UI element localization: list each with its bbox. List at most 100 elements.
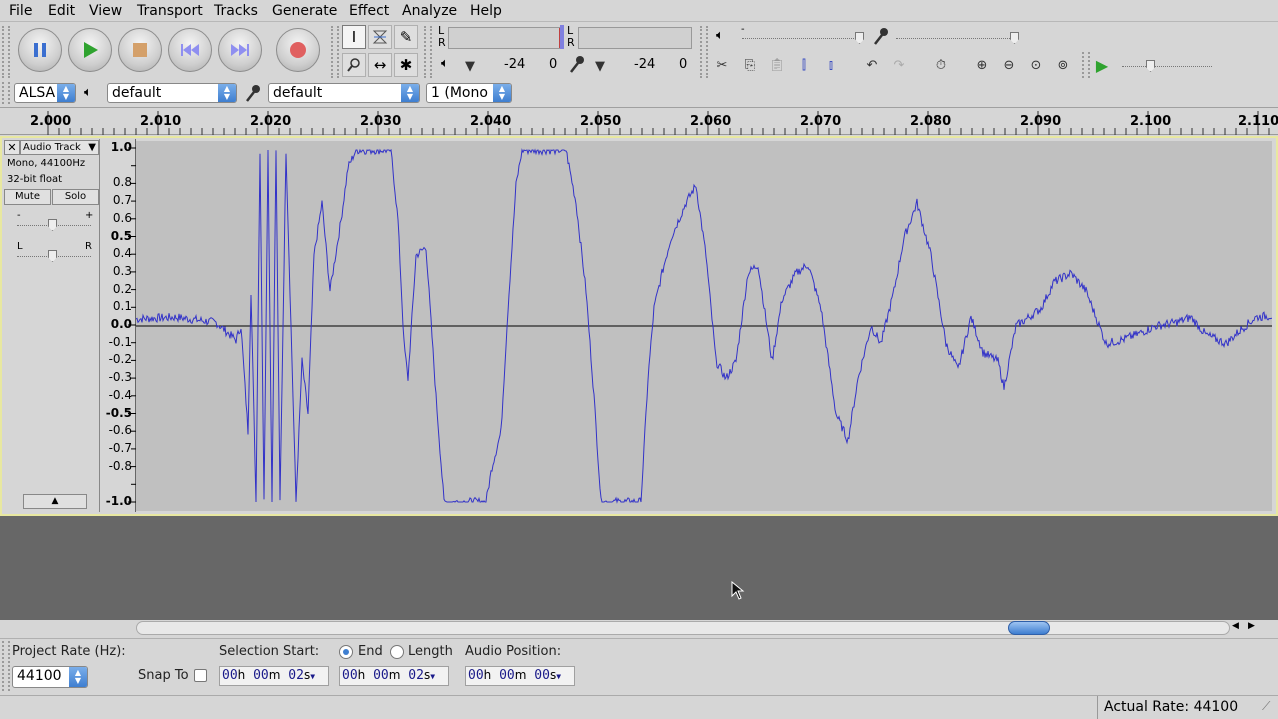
chevron-down-icon: ▼	[88, 142, 96, 153]
track-bit-depth: 32-bit float	[7, 174, 63, 185]
playback-volume-slider[interactable]	[742, 38, 860, 40]
length-radio[interactable]	[390, 645, 404, 659]
skip-to-end-button[interactable]	[218, 28, 262, 72]
snap-to-label: Snap To	[138, 668, 189, 683]
record-meter-dropdown[interactable]: ▼	[588, 54, 612, 78]
ruler-ticks	[47, 111, 1270, 135]
vruler-label: 0.3	[112, 263, 132, 278]
collapse-track-button[interactable]: ▲	[23, 494, 87, 509]
menu-tracks[interactable]: Tracks	[214, 3, 258, 19]
menu-view[interactable]: View	[89, 3, 122, 19]
menu-file[interactable]: File	[9, 3, 32, 19]
recording-device-select[interactable]: default ▲ ▼	[268, 83, 420, 103]
zoom-in-button[interactable]: ⊕	[970, 53, 994, 77]
pause-button[interactable]	[18, 28, 62, 72]
end-radio-label: End	[358, 644, 383, 659]
vruler-label: -0.6	[108, 423, 132, 438]
record-meter[interactable]	[578, 27, 692, 49]
recording-channels-select[interactable]: 1 (Mono ▲ ▼	[426, 83, 512, 103]
sync-lock-button[interactable]: ⏱︎	[929, 53, 953, 77]
play-meter[interactable]	[448, 27, 562, 49]
selection-start-field[interactable]: 00h 00m 02s▼	[219, 666, 329, 686]
undo-button[interactable]: ↶	[860, 53, 884, 77]
redo-button[interactable]: ↷	[887, 53, 911, 77]
envelope-tool[interactable]	[368, 25, 392, 49]
playback-volume-thumb[interactable]	[855, 32, 864, 44]
menu-help[interactable]: Help	[470, 3, 502, 19]
rec-meter-right-label: R	[567, 36, 575, 49]
pan-left-label: L	[17, 241, 23, 252]
snap-to-checkbox[interactable]	[194, 669, 207, 682]
recording-volume-slider[interactable]	[896, 38, 1014, 40]
stop-button[interactable]	[118, 28, 162, 72]
toolbar-grip[interactable]	[331, 26, 339, 78]
waveform-display[interactable]	[135, 141, 1273, 511]
selection-end-field[interactable]: 00h 00m 02s▼	[339, 666, 449, 686]
chevron-right-icon: ▶	[1248, 621, 1255, 631]
trim-button[interactable]: ⫿	[792, 53, 816, 77]
play-meter-right-label: R	[438, 36, 446, 49]
toolbar-grip[interactable]	[2, 82, 10, 104]
toolbar-grip[interactable]	[2, 641, 10, 691]
timeline-ruler[interactable]: 2.000 2.010 2.020 2.030 2.040 2.050 2.06…	[0, 109, 1278, 135]
play-speed-thumb[interactable]	[1146, 60, 1155, 72]
play-button[interactable]	[68, 28, 112, 72]
solo-button[interactable]: Solo	[52, 189, 99, 205]
ruler-label: 2.060	[690, 114, 732, 129]
draw-tool[interactable]: ✎	[394, 25, 418, 49]
playback-device-select[interactable]: default ▲ ▼	[107, 83, 237, 103]
time-shift-tool[interactable]: ↔	[368, 53, 392, 77]
play-meter-dropdown[interactable]: ▼	[458, 54, 482, 78]
fit-selection-button[interactable]: ⊙	[1024, 53, 1048, 77]
scroll-left-button[interactable]: ◀	[1232, 621, 1239, 631]
track-format: Mono, 44100Hz	[7, 158, 86, 169]
paste-button[interactable]: 📋︎	[765, 53, 789, 77]
multi-tool[interactable]: ✱	[394, 53, 418, 77]
waveform	[135, 148, 1273, 504]
scroll-track[interactable]	[136, 621, 1230, 635]
skip-to-start-button[interactable]	[168, 28, 212, 72]
pause-icon	[34, 43, 46, 57]
toolbar-grip[interactable]	[424, 26, 432, 78]
gain-thumb[interactable]	[48, 219, 57, 231]
close-track-button[interactable]: ✕	[4, 140, 20, 155]
toolbar-grip[interactable]	[1082, 52, 1090, 78]
zoom-tool[interactable]	[342, 53, 366, 77]
vruler-label: -0.2	[108, 352, 132, 367]
vruler-label: -0.4	[108, 387, 132, 402]
track-menu-button[interactable]: Audio Track ▼	[20, 140, 99, 155]
vruler-label: 0.8	[112, 175, 132, 190]
play-speed-slider[interactable]	[1122, 66, 1212, 68]
selection-tool[interactable]: I	[342, 25, 366, 49]
play-at-speed-button[interactable]: ▶	[1090, 53, 1114, 77]
fit-project-button[interactable]: ⊚	[1051, 53, 1075, 77]
empty-track-area[interactable]	[0, 516, 1278, 620]
menu-transport[interactable]: Transport	[137, 3, 203, 19]
audio-position-field[interactable]: 00h 00m 00s▼	[465, 666, 575, 686]
horizontal-scrollbar[interactable]: ◀ ▶	[136, 620, 1261, 636]
speaker-icon: 🔈︎	[441, 56, 449, 71]
ruler-label: 2.100	[1130, 114, 1172, 129]
record-button[interactable]	[276, 28, 320, 72]
end-radio[interactable]	[339, 645, 353, 659]
cut-button[interactable]: ✂	[710, 53, 734, 77]
menu-edit[interactable]: Edit	[48, 3, 75, 19]
project-rate-field[interactable]: 44100 ▲ ▼	[12, 666, 88, 688]
copy-button[interactable]: ⎘	[738, 53, 762, 77]
audio-host-select[interactable]: ALSA ▲ ▼	[14, 83, 76, 103]
scroll-thumb[interactable]	[1008, 621, 1050, 635]
selection-toolbar: Project Rate (Hz): 44100 ▲ ▼ Snap To Sele…	[0, 638, 1278, 694]
mute-button[interactable]: Mute	[4, 189, 51, 205]
silence-button[interactable]: ⫾	[819, 53, 843, 77]
pan-thumb[interactable]	[48, 250, 57, 262]
recording-volume-thumb[interactable]	[1010, 32, 1019, 44]
toolbar-grip[interactable]	[2, 26, 10, 78]
menu-analyze[interactable]: Analyze	[402, 3, 457, 19]
scroll-right-button[interactable]: ▶	[1248, 621, 1255, 631]
zoom-out-button[interactable]: ⊖	[997, 53, 1021, 77]
ruler-label: 2.030	[360, 114, 402, 129]
menu-effect[interactable]: Effect	[349, 3, 389, 19]
menu-generate[interactable]: Generate	[272, 3, 337, 19]
vruler-label: -1.0	[105, 494, 132, 508]
toolbar-grip[interactable]	[700, 26, 708, 78]
